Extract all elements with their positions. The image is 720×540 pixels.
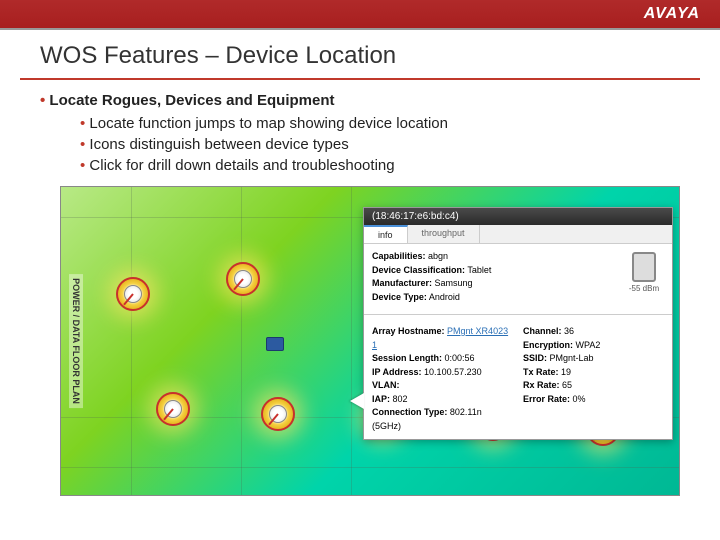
- signal-value: -55 dBm: [624, 284, 664, 293]
- popup-col-right: Channel: 36 Encryption: WPA2 SSID: PMgnt…: [523, 325, 664, 433]
- tx-label: Tx Rate:: [523, 367, 559, 377]
- enc-label: Encryption:: [523, 340, 573, 350]
- err-value: 0%: [573, 394, 586, 404]
- ap-marker-icon[interactable]: [226, 262, 260, 296]
- avaya-logo: AVAYA: [644, 5, 700, 23]
- ssid-label: SSID:: [523, 353, 547, 363]
- conn-label: Connection Type:: [372, 407, 447, 417]
- popup-divider: [364, 314, 672, 315]
- mfr-value: Samsung: [435, 278, 473, 288]
- header-bar: AVAYA: [0, 0, 720, 28]
- iap-value: 802: [393, 394, 408, 404]
- content-area: Locate Rogues, Devices and Equipment Loc…: [0, 92, 720, 174]
- bullet-main: Locate Rogues, Devices and Equipment: [40, 92, 680, 109]
- session-label: Session Length:: [372, 353, 442, 363]
- type-value: Android: [429, 292, 460, 302]
- floorplan-map[interactable]: POWER / DATA FLOOR PLAN (18:46:17:e6:bd:…: [60, 186, 680, 496]
- capabilities-value: abgn: [428, 251, 448, 261]
- ap-marker-icon[interactable]: [261, 397, 295, 431]
- ssid-value: PMgnt-Lab: [550, 353, 594, 363]
- host-label: Array Hostname:: [372, 326, 445, 336]
- sub-bullet-list: Locate function jumps to map showing dev…: [40, 115, 680, 174]
- tab-info[interactable]: info: [364, 225, 408, 243]
- vlan-label: VLAN:: [372, 380, 400, 390]
- title-underline: [20, 78, 700, 80]
- iap-label: IAP:: [372, 394, 390, 404]
- grid-line: [61, 467, 679, 468]
- device-icon[interactable]: [266, 337, 284, 351]
- popup-pointer-icon: [350, 393, 364, 409]
- popup-details: Array Hostname: PMgnt XR4023 1 Session L…: [364, 319, 672, 439]
- tab-throughput[interactable]: throughput: [408, 225, 480, 243]
- grid-line: [351, 187, 352, 495]
- sub-bullet-2: Icons distinguish between device types: [80, 136, 680, 153]
- sub-bullet-1: Locate function jumps to map showing dev…: [80, 115, 680, 132]
- grid-line: [131, 187, 132, 495]
- ip-label: IP Address:: [372, 367, 422, 377]
- popup-tabs: info throughput: [364, 225, 672, 244]
- type-label: Device Type:: [372, 292, 427, 302]
- err-label: Error Rate:: [523, 394, 570, 404]
- device-type-icon-box: -55 dBm: [624, 250, 664, 304]
- tx-value: 19: [561, 367, 571, 377]
- channel-value: 36: [564, 326, 574, 336]
- mfr-label: Manufacturer:: [372, 278, 432, 288]
- grid-line: [241, 187, 242, 495]
- capabilities-label: Capabilities:: [372, 251, 426, 261]
- rx-label: Rx Rate:: [523, 380, 560, 390]
- floorplan-label: POWER / DATA FLOOR PLAN: [69, 274, 83, 408]
- channel-label: Channel:: [523, 326, 562, 336]
- tablet-icon: [632, 252, 656, 282]
- session-value: 0:00:56: [445, 353, 475, 363]
- popup-col-left: Array Hostname: PMgnt XR4023 1 Session L…: [372, 325, 513, 433]
- rx-value: 65: [562, 380, 572, 390]
- popup-summary: Capabilities: abgn Device Classification…: [372, 250, 616, 304]
- popup-title: (18:46:17:e6:bd:c4): [364, 208, 672, 225]
- device-info-popup: (18:46:17:e6:bd:c4) info throughput Capa…: [363, 207, 673, 440]
- popup-body: Capabilities: abgn Device Classification…: [364, 244, 672, 310]
- ip-value: 10.100.57.230: [424, 367, 482, 377]
- enc-value: WPA2: [576, 340, 601, 350]
- class-label: Device Classification:: [372, 265, 465, 275]
- ap-marker-icon[interactable]: [156, 392, 190, 426]
- class-value: Tablet: [467, 265, 491, 275]
- slide-title: WOS Features – Device Location: [0, 30, 720, 78]
- ap-marker-icon[interactable]: [116, 277, 150, 311]
- sub-bullet-3: Click for drill down details and trouble…: [80, 157, 680, 174]
